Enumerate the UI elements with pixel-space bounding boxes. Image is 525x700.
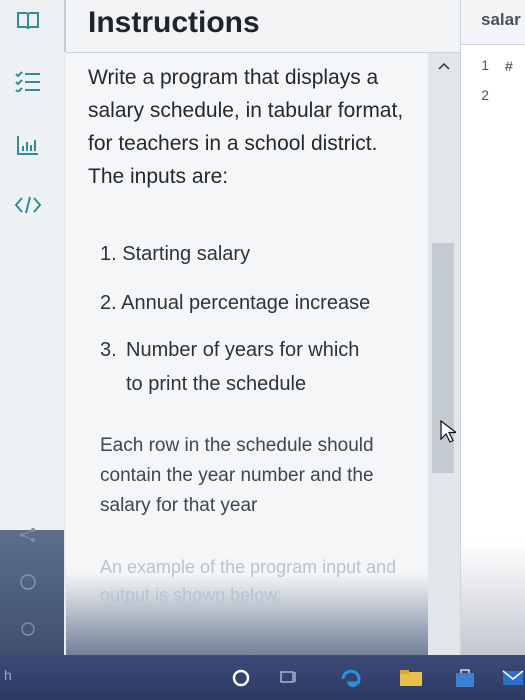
line-number: 1	[481, 57, 489, 73]
list-item-text: Starting salary	[122, 243, 251, 265]
mouse-cursor-icon	[440, 419, 458, 449]
store-icon[interactable]	[452, 665, 478, 691]
cortana-icon[interactable]	[228, 665, 254, 691]
row-note-paragraph: Each row in the schedule should contain …	[100, 435, 374, 516]
scroll-up-icon[interactable]	[438, 59, 450, 73]
intro-paragraph: Write a program that displays a salary s…	[88, 66, 404, 188]
checklist-icon[interactable]	[8, 64, 48, 98]
settings-icon[interactable]	[8, 612, 48, 646]
editor-fade	[461, 540, 525, 655]
edge-browser-icon[interactable]	[338, 665, 364, 691]
panel-header: Instructions	[66, 0, 460, 53]
line-number: 2	[481, 87, 489, 103]
taskbar-label: h	[4, 667, 12, 683]
code-line-1[interactable]: #	[505, 58, 513, 74]
list-item-number: 2.	[100, 292, 117, 314]
scrollbar[interactable]	[428, 53, 460, 655]
list-item-text: Annual percentage increase	[121, 292, 371, 314]
list-item-text: Number of years for which to print the s…	[126, 339, 360, 395]
mail-icon[interactable]	[500, 665, 525, 691]
list-item: 1. Starting salary	[100, 237, 400, 271]
example-note-paragraph: An example of the program input and outp…	[100, 557, 397, 605]
code-editor-panel: salar 1 2 #	[460, 0, 525, 655]
list-item-number: 3.	[100, 339, 117, 361]
help-icon[interactable]	[8, 565, 48, 599]
file-name: salar	[481, 10, 521, 29]
file-explorer-icon[interactable]	[398, 665, 424, 691]
left-sidebar	[0, 0, 64, 655]
list-item-number: 1.	[100, 243, 117, 265]
list-item: 2. Annual percentage increase	[100, 286, 400, 320]
editor-tab[interactable]: salar	[461, 0, 525, 45]
share-icon[interactable]	[8, 518, 48, 552]
instructions-content: Write a program that displays a salary s…	[66, 53, 428, 655]
task-view-icon[interactable]	[276, 665, 302, 691]
book-icon[interactable]	[8, 4, 48, 38]
code-icon[interactable]	[8, 188, 48, 222]
taskbar: h	[0, 655, 525, 700]
page-title: Instructions	[88, 6, 260, 39]
chart-icon[interactable]	[8, 128, 48, 162]
list-item: 3. Number of years for which to print th…	[100, 333, 400, 401]
line-number-gutter: 1 2	[461, 50, 493, 110]
